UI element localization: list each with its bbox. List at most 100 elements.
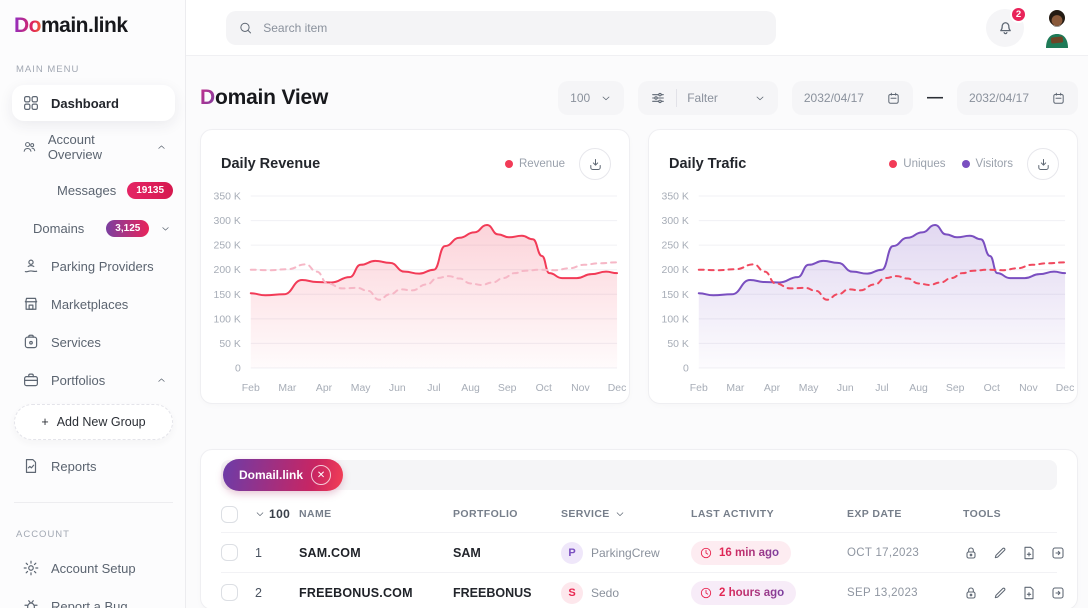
close-icon[interactable]: ✕ bbox=[311, 465, 331, 485]
file-export-icon bbox=[1050, 545, 1066, 561]
download-chart-button[interactable] bbox=[1027, 148, 1059, 180]
select-all-checkbox[interactable] bbox=[221, 506, 238, 523]
briefcase-icon bbox=[22, 371, 40, 389]
table-row[interactable]: 2 FREEBONUS.COM FREEBONUS S Sedo 2 hours… bbox=[221, 572, 1057, 608]
lock-button[interactable] bbox=[963, 545, 979, 561]
file-export-icon bbox=[1050, 585, 1066, 601]
note-add-button[interactable] bbox=[1021, 585, 1037, 601]
svg-text:Nov: Nov bbox=[1019, 383, 1038, 394]
hand-coin-icon bbox=[22, 257, 40, 275]
add-new-group-button[interactable]: + Add New Group bbox=[14, 404, 173, 440]
sidebar-item-portfolios[interactable]: Portfolios bbox=[12, 362, 175, 398]
sidebar-item-reports[interactable]: Reports bbox=[12, 448, 175, 484]
table-row[interactable]: 1 SAM.COM SAM P ParkingCrew 16 min ago O… bbox=[221, 532, 1057, 572]
column-header-exp-date[interactable]: EXP DATE bbox=[847, 508, 963, 520]
file-plus-icon bbox=[1021, 545, 1037, 561]
note-add-button[interactable] bbox=[1021, 545, 1037, 561]
download-icon bbox=[588, 157, 603, 172]
sidebar-item-domains[interactable]: Domains 3,125 bbox=[12, 210, 175, 246]
svg-text:Mar: Mar bbox=[726, 383, 744, 394]
search-input[interactable] bbox=[263, 21, 764, 35]
edit-button[interactable] bbox=[992, 545, 1008, 561]
download-chart-button[interactable] bbox=[579, 148, 611, 180]
export-button[interactable] bbox=[1050, 545, 1066, 561]
plus-icon: + bbox=[41, 415, 48, 429]
filter-label: Falter bbox=[687, 91, 718, 105]
domains-table-card: Domail.link ✕ 100 NAME PORTFOLIO SERVICE… bbox=[200, 449, 1078, 608]
search-bar[interactable] bbox=[226, 11, 776, 45]
sidebar-item-marketplaces[interactable]: Marketplaces bbox=[12, 286, 175, 322]
lock-button[interactable] bbox=[963, 585, 979, 601]
chevron-up-icon bbox=[156, 142, 167, 153]
chevron-down-icon bbox=[160, 223, 171, 234]
portfolio-name: SAM bbox=[453, 546, 561, 560]
sidebar-item-label: Parking Providers bbox=[51, 259, 154, 274]
clock-icon bbox=[699, 586, 713, 600]
chart-title: Daily Revenue bbox=[221, 156, 320, 172]
date-from-value: 2032/04/17 bbox=[804, 91, 864, 105]
search-icon bbox=[238, 20, 253, 36]
user-avatar[interactable] bbox=[1040, 8, 1074, 48]
chart-legend: UniquesVisitors bbox=[889, 158, 1013, 170]
svg-text:Sep: Sep bbox=[946, 383, 965, 394]
notifications-button[interactable]: 2 bbox=[986, 9, 1024, 47]
topbar: 2 bbox=[186, 0, 1088, 56]
sidebar-item-dashboard[interactable]: Dashboard bbox=[12, 85, 175, 121]
row-checkbox[interactable] bbox=[221, 584, 238, 601]
domain-name: FREEBONUS.COM bbox=[299, 586, 453, 600]
edit-button[interactable] bbox=[992, 585, 1008, 601]
daily-traffic-chart: 350 K300 K250 K200 K150 K100 K50 K0FebMa… bbox=[649, 186, 1077, 398]
sidebar-item-label: Account Setup bbox=[51, 561, 136, 576]
exp-date: OCT 17,2023 bbox=[847, 547, 963, 559]
column-header-portfolio[interactable]: PORTFOLIO bbox=[453, 508, 561, 520]
pill-divider bbox=[676, 89, 677, 107]
column-header-service[interactable]: SERVICE bbox=[561, 508, 691, 520]
sliders-icon bbox=[650, 90, 666, 106]
gear-icon bbox=[22, 559, 40, 577]
domains-count-badge: 3,125 bbox=[106, 220, 149, 237]
svg-text:Dec: Dec bbox=[1056, 383, 1075, 394]
table-filter-bar: Domail.link ✕ bbox=[221, 460, 1057, 490]
service-box-icon bbox=[22, 333, 40, 351]
date-from-picker[interactable]: 2032/04/17 bbox=[792, 81, 913, 115]
table-header-row: 100 NAME PORTFOLIO SERVICE LAST ACTIVITY… bbox=[221, 496, 1057, 532]
legend-dot bbox=[505, 160, 513, 168]
sidebar-divider bbox=[14, 502, 173, 503]
filter-dropdown[interactable]: Falter bbox=[638, 81, 778, 115]
column-header-name[interactable]: NAME bbox=[299, 508, 453, 520]
active-filter-chip[interactable]: Domail.link ✕ bbox=[223, 459, 343, 491]
sidebar-item-report-a-bug[interactable]: Report a Bug bbox=[12, 588, 175, 608]
row-checkbox[interactable] bbox=[221, 544, 238, 561]
service-cell: P ParkingCrew bbox=[561, 542, 691, 564]
exp-date: SEP 13,2023 bbox=[847, 587, 963, 599]
legend-dot bbox=[889, 160, 897, 168]
svg-text:200 K: 200 K bbox=[662, 265, 689, 276]
svg-text:50 K: 50 K bbox=[667, 339, 689, 350]
row-count-dropdown[interactable]: 100 bbox=[255, 507, 299, 521]
portfolio-name: FREEBONUS bbox=[453, 586, 561, 600]
svg-text:Jul: Jul bbox=[875, 383, 888, 394]
legend-item: Visitors bbox=[962, 158, 1014, 170]
svg-text:Jun: Jun bbox=[837, 383, 854, 394]
page-size-dropdown[interactable]: 100 bbox=[558, 81, 624, 115]
sidebar-item-parking-providers[interactable]: Parking Providers bbox=[12, 248, 175, 284]
date-to-picker[interactable]: 2032/04/17 bbox=[957, 81, 1078, 115]
service-badge: P bbox=[561, 542, 583, 564]
activity-text: 16 min ago bbox=[719, 547, 779, 559]
activity-pill: 16 min ago bbox=[691, 541, 791, 565]
svg-text:0: 0 bbox=[235, 363, 241, 374]
sidebar-item-services[interactable]: Services bbox=[12, 324, 175, 360]
svg-text:100 K: 100 K bbox=[214, 314, 241, 325]
sidebar-item-messages[interactable]: Messages 19135 bbox=[12, 173, 175, 208]
sidebar-item-account-overview[interactable]: Account Overview bbox=[12, 123, 175, 171]
sidebar-item-account-setup[interactable]: Account Setup bbox=[12, 550, 175, 586]
sidebar-item-label: Services bbox=[51, 335, 101, 350]
svg-text:May: May bbox=[799, 383, 819, 394]
download-icon bbox=[1036, 157, 1051, 172]
column-header-last-activity[interactable]: LAST ACTIVITY bbox=[691, 508, 847, 520]
page-title: Domain View bbox=[200, 86, 328, 110]
activity-cell: 2 hours ago bbox=[691, 581, 847, 605]
svg-text:150 K: 150 K bbox=[214, 290, 241, 301]
svg-text:300 K: 300 K bbox=[662, 216, 689, 227]
export-button[interactable] bbox=[1050, 585, 1066, 601]
